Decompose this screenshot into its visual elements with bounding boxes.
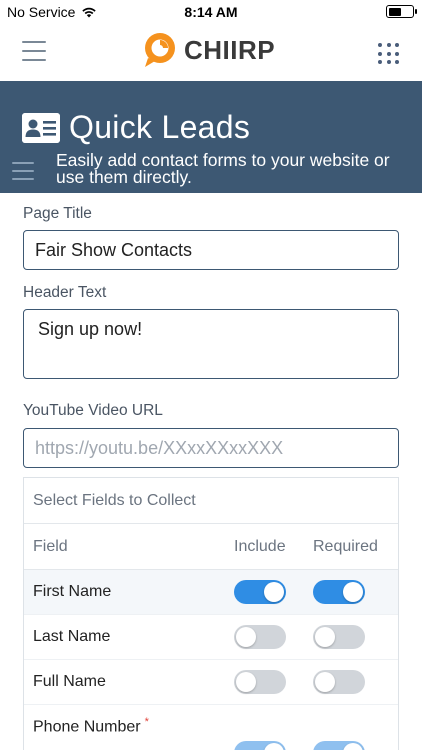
banner-title-row: Quick Leads: [22, 109, 250, 146]
youtube-url-placeholder: https://youtu.be/XXxxXXxxXXX: [35, 437, 284, 458]
include-toggle[interactable]: [234, 625, 286, 649]
column-header-required: Required: [313, 537, 378, 555]
page-subtitle: Easily add contact forms to your website…: [56, 150, 390, 187]
grid-dots-icon[interactable]: [378, 43, 400, 65]
page-title: Quick Leads: [69, 109, 251, 145]
field-name: Last Name: [33, 628, 111, 645]
column-header-field: Field: [33, 537, 68, 555]
table-header: Field Include Required: [24, 524, 398, 570]
page-title-input-value: Fair Show Contacts: [35, 239, 193, 260]
field-name: First Name: [33, 583, 112, 600]
field-name-with-required: Phone Number *: [33, 716, 149, 736]
chiirp-logo: CHIIRP: [140, 30, 275, 70]
fields-table: Select Fields to Collect Field Include R…: [23, 477, 399, 750]
required-marker: *: [144, 716, 149, 728]
required-toggle[interactable]: [313, 670, 365, 694]
status-bar: No Service 8:14 AM: [0, 0, 422, 24]
app-header: CHIIRP: [0, 24, 422, 81]
page-banner: Quick Leads Easily add contact forms to …: [0, 81, 422, 193]
table-row: Phone Number *: [24, 705, 398, 750]
required-toggle[interactable]: [313, 625, 365, 649]
battery-level: [388, 7, 402, 16]
chiirp-logo-icon: [145, 33, 175, 67]
include-toggle[interactable]: [234, 580, 286, 604]
page-title-input[interactable]: Fair Show Contacts: [23, 230, 399, 270]
page-title-label: Page Title: [23, 205, 92, 222]
include-toggle[interactable]: [234, 741, 286, 750]
sidebar-toggle-icon[interactable]: [12, 162, 34, 180]
field-name: Full Name: [33, 673, 106, 690]
header-text-label: Header Text: [23, 284, 107, 301]
youtube-url-input[interactable]: https://youtu.be/XXxxXXxxXXX: [23, 428, 399, 468]
include-toggle[interactable]: [234, 670, 286, 694]
field-name: Phone Number: [33, 718, 141, 736]
battery-icon: [386, 5, 417, 18]
required-toggle[interactable]: [313, 741, 365, 750]
table-row: Full Name: [24, 660, 398, 705]
table-row: First Name: [24, 570, 398, 615]
column-header-include: Include: [234, 537, 286, 555]
clock: 8:14 AM: [184, 4, 238, 20]
header-text-value: Sign up now!: [38, 319, 143, 339]
table-caption: Select Fields to Collect: [24, 478, 398, 524]
contact-card-icon: [22, 112, 60, 143]
youtube-url-label: YouTube Video URL: [23, 402, 163, 419]
logo-text: CHIIRP: [184, 34, 276, 65]
hamburger-icon[interactable]: [22, 41, 46, 61]
table-row: Last Name: [24, 615, 398, 660]
required-toggle[interactable]: [313, 580, 365, 604]
header-text-textarea[interactable]: Sign up now!: [23, 309, 399, 379]
